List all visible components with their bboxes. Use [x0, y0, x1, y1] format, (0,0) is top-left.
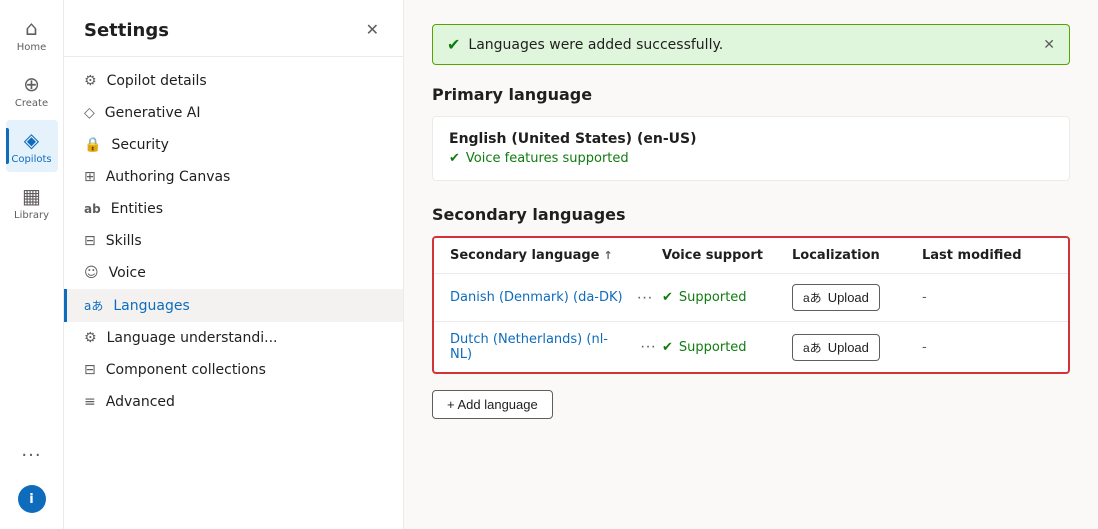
voice-check-icon: ✔: [449, 151, 460, 166]
table-row: Dutch (Netherlands) (nl-NL) ··· ✔ Suppor…: [434, 322, 1068, 372]
authoring-canvas-icon: ⊞: [84, 169, 96, 185]
nav-generative-ai[interactable]: ◇ Generative AI: [64, 97, 403, 129]
nav-home[interactable]: ⌂ Home: [6, 8, 58, 60]
nav-languages[interactable]: aあ Languages: [64, 289, 403, 322]
primary-language-name: English (United States) (en-US): [449, 131, 1053, 147]
settings-title: Settings: [84, 20, 169, 41]
upload-button-2[interactable]: aあ Upload: [792, 334, 880, 361]
nav-advanced[interactable]: ≡ Advanced: [64, 386, 403, 418]
nav-more[interactable]: ···: [6, 429, 58, 481]
last-modified-cell-1: -: [922, 290, 1052, 305]
success-banner-left: ✔ Languages were added successfully.: [447, 35, 723, 54]
language-cell-1: Danish (Denmark) (da-DK) ···: [450, 287, 662, 309]
upload-lang-icon-1: aあ: [803, 289, 822, 306]
localization-cell-1: aあ Upload: [792, 284, 922, 311]
language-understanding-icon: ⚙: [84, 330, 97, 346]
generative-ai-icon: ◇: [84, 105, 95, 121]
library-icon: ▦: [22, 184, 41, 208]
entities-icon: ab: [84, 202, 101, 216]
more-icon: ···: [21, 445, 41, 466]
skills-icon: ⊟: [84, 233, 96, 249]
banner-close-button[interactable]: ✕: [1043, 36, 1055, 53]
nav-voice[interactable]: ☺ Voice: [64, 257, 403, 289]
primary-language-title: Primary language: [432, 85, 1070, 104]
voice-support-cell-2: ✔ Supported: [662, 340, 792, 355]
success-banner: ✔ Languages were added successfully. ✕: [432, 24, 1070, 65]
sort-icon: ↑: [604, 249, 613, 262]
col-header-voice-support: Voice support: [662, 248, 792, 263]
home-icon: ⌂: [25, 16, 38, 40]
secondary-languages-table: Secondary language ↑ Voice support Local…: [432, 236, 1070, 374]
copilots-icon: ◈: [24, 128, 39, 152]
nav-security[interactable]: 🔒 Security: [64, 129, 403, 161]
nav-entities[interactable]: ab Entities: [64, 193, 403, 225]
last-modified-cell-2: -: [922, 340, 1052, 355]
success-icon: ✔: [447, 35, 460, 54]
more-options-button-2[interactable]: ···: [634, 336, 662, 358]
left-nav: ⌂ Home ⊕ Create ◈ Copilots ▦ Library ···…: [0, 0, 64, 529]
nav-info-button[interactable]: i: [18, 485, 46, 513]
nav-skills[interactable]: ⊟ Skills: [64, 225, 403, 257]
primary-language-card: English (United States) (en-US) ✔ Voice …: [432, 116, 1070, 181]
voice-support-cell-1: ✔ Supported: [662, 290, 792, 305]
voice-icon: ☺: [84, 265, 99, 281]
security-icon: 🔒: [84, 137, 101, 153]
supported-check-icon-1: ✔: [662, 290, 673, 305]
table-header: Secondary language ↑ Voice support Local…: [434, 238, 1068, 274]
copilot-details-icon: ⚙: [84, 73, 97, 89]
languages-icon: aあ: [84, 297, 103, 314]
nav-component-collections[interactable]: ⊟ Component collections: [64, 354, 403, 386]
voice-supported-label: ✔ Voice features supported: [449, 151, 1053, 166]
nav-create[interactable]: ⊕ Create: [6, 64, 58, 116]
component-collections-icon: ⊟: [84, 362, 96, 378]
create-icon: ⊕: [23, 72, 40, 96]
main-content: ✔ Languages were added successfully. ✕ P…: [404, 0, 1098, 529]
nav-copilot-details[interactable]: ⚙ Copilot details: [64, 65, 403, 97]
success-banner-text: Languages were added successfully.: [468, 37, 723, 53]
settings-nav: ⚙ Copilot details ◇ Generative AI 🔒 Secu…: [64, 57, 403, 529]
table-row: Danish (Denmark) (da-DK) ··· ✔ Supported…: [434, 274, 1068, 322]
nav-library[interactable]: ▦ Library: [6, 176, 58, 228]
upload-button-1[interactable]: aあ Upload: [792, 284, 880, 311]
add-language-button[interactable]: + Add language: [432, 390, 553, 419]
language-link-1[interactable]: Danish (Denmark) (da-DK): [450, 290, 623, 305]
upload-lang-icon-2: aあ: [803, 339, 822, 356]
nav-copilots[interactable]: ◈ Copilots: [6, 120, 58, 172]
settings-panel: Settings ✕ ⚙ Copilot details ◇ Generativ…: [64, 0, 404, 529]
localization-cell-2: aあ Upload: [792, 334, 922, 361]
close-button[interactable]: ✕: [362, 16, 383, 44]
language-cell-2: Dutch (Netherlands) (nl-NL) ···: [450, 332, 662, 362]
language-link-2[interactable]: Dutch (Netherlands) (nl-NL): [450, 332, 626, 362]
nav-authoring-canvas[interactable]: ⊞ Authoring Canvas: [64, 161, 403, 193]
secondary-languages-title: Secondary languages: [432, 205, 1070, 224]
supported-check-icon-2: ✔: [662, 340, 673, 355]
col-header-localization: Localization: [792, 248, 922, 263]
advanced-icon: ≡: [84, 394, 96, 410]
col-header-language: Secondary language ↑: [450, 248, 662, 263]
nav-language-understanding[interactable]: ⚙ Language understandi...: [64, 322, 403, 354]
col-header-last-modified: Last modified: [922, 248, 1052, 263]
settings-header: Settings ✕: [64, 0, 403, 57]
more-options-button-1[interactable]: ···: [631, 287, 659, 309]
